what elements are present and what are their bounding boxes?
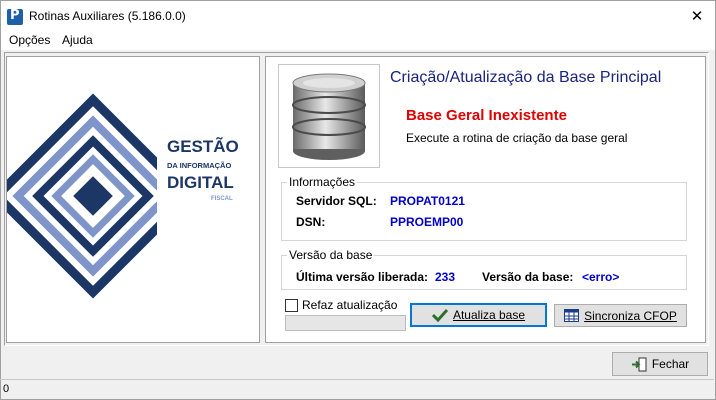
- checkmark-icon: [431, 308, 448, 322]
- version-group-label: Versão da base: [287, 248, 375, 262]
- info-group-label: Informações: [287, 175, 358, 189]
- base-version-label: Versão da base:: [482, 270, 574, 284]
- progress-bar: [285, 315, 406, 331]
- server-label: Servidor SQL:: [296, 194, 377, 208]
- menu-ajuda[interactable]: Ajuda: [62, 33, 93, 47]
- menu-bar: Opções Ajuda: [1, 32, 715, 50]
- status-bar: 0: [0, 379, 714, 398]
- database-icon: [278, 64, 380, 168]
- close-icon[interactable]: ✕: [687, 6, 707, 26]
- refaz-atualizacao-label[interactable]: Refaz atualização: [302, 298, 397, 312]
- logo-line2: DA INFORMAÇÃO: [167, 161, 231, 170]
- status-bar-value: 0: [3, 383, 10, 395]
- base-version-value: <erro>: [582, 270, 620, 284]
- logo-panel: GESTÃO DA INFORMAÇÃO DIGITAL FISCAL: [0, 56, 260, 343]
- latest-version-label: Última versão liberada:: [296, 270, 429, 284]
- refaz-atualizacao-checkbox[interactable]: [285, 299, 298, 312]
- logo-line4: FISCAL: [211, 196, 233, 202]
- fechar-button[interactable]: Fechar: [612, 352, 708, 376]
- sincroniza-cfop-label: Sincroniza CFOP: [584, 308, 677, 323]
- table-icon: [564, 309, 580, 322]
- info-group: [281, 182, 687, 241]
- atualiza-base-label: Atualiza base: [452, 308, 526, 322]
- page-title: Criação/Atualização da Base Principal: [390, 69, 662, 86]
- window-title: Rotinas Auxiliares (5.186.0.0): [29, 9, 186, 23]
- menu-opcoes[interactable]: Opções: [9, 33, 50, 47]
- company-logo: GESTÃO DA INFORMAÇÃO DIGITAL FISCAL: [0, 93, 257, 299]
- app-icon: P: [7, 8, 23, 25]
- logo-line1: GESTÃO: [167, 136, 239, 156]
- sincroniza-cfop-button[interactable]: Sincroniza CFOP: [554, 304, 687, 327]
- status-message: Base Geral Inexistente: [406, 107, 567, 124]
- logo-line3: DIGITAL: [167, 173, 234, 192]
- exit-door-icon: [631, 357, 647, 371]
- dsn-value: PPROEMP00: [390, 215, 464, 229]
- status-description: Execute a rotina de criação da base gera…: [406, 131, 628, 145]
- atualiza-base-button[interactable]: Atualiza base: [410, 303, 547, 327]
- server-value: PROPAT0121: [390, 194, 465, 208]
- dsn-label: DSN:: [296, 215, 326, 229]
- title-bar[interactable]: P Rotinas Auxiliares (5.186.0.0) ✕: [1, 1, 715, 32]
- fechar-label: Fechar: [651, 357, 690, 371]
- latest-version-value: 233: [435, 270, 456, 284]
